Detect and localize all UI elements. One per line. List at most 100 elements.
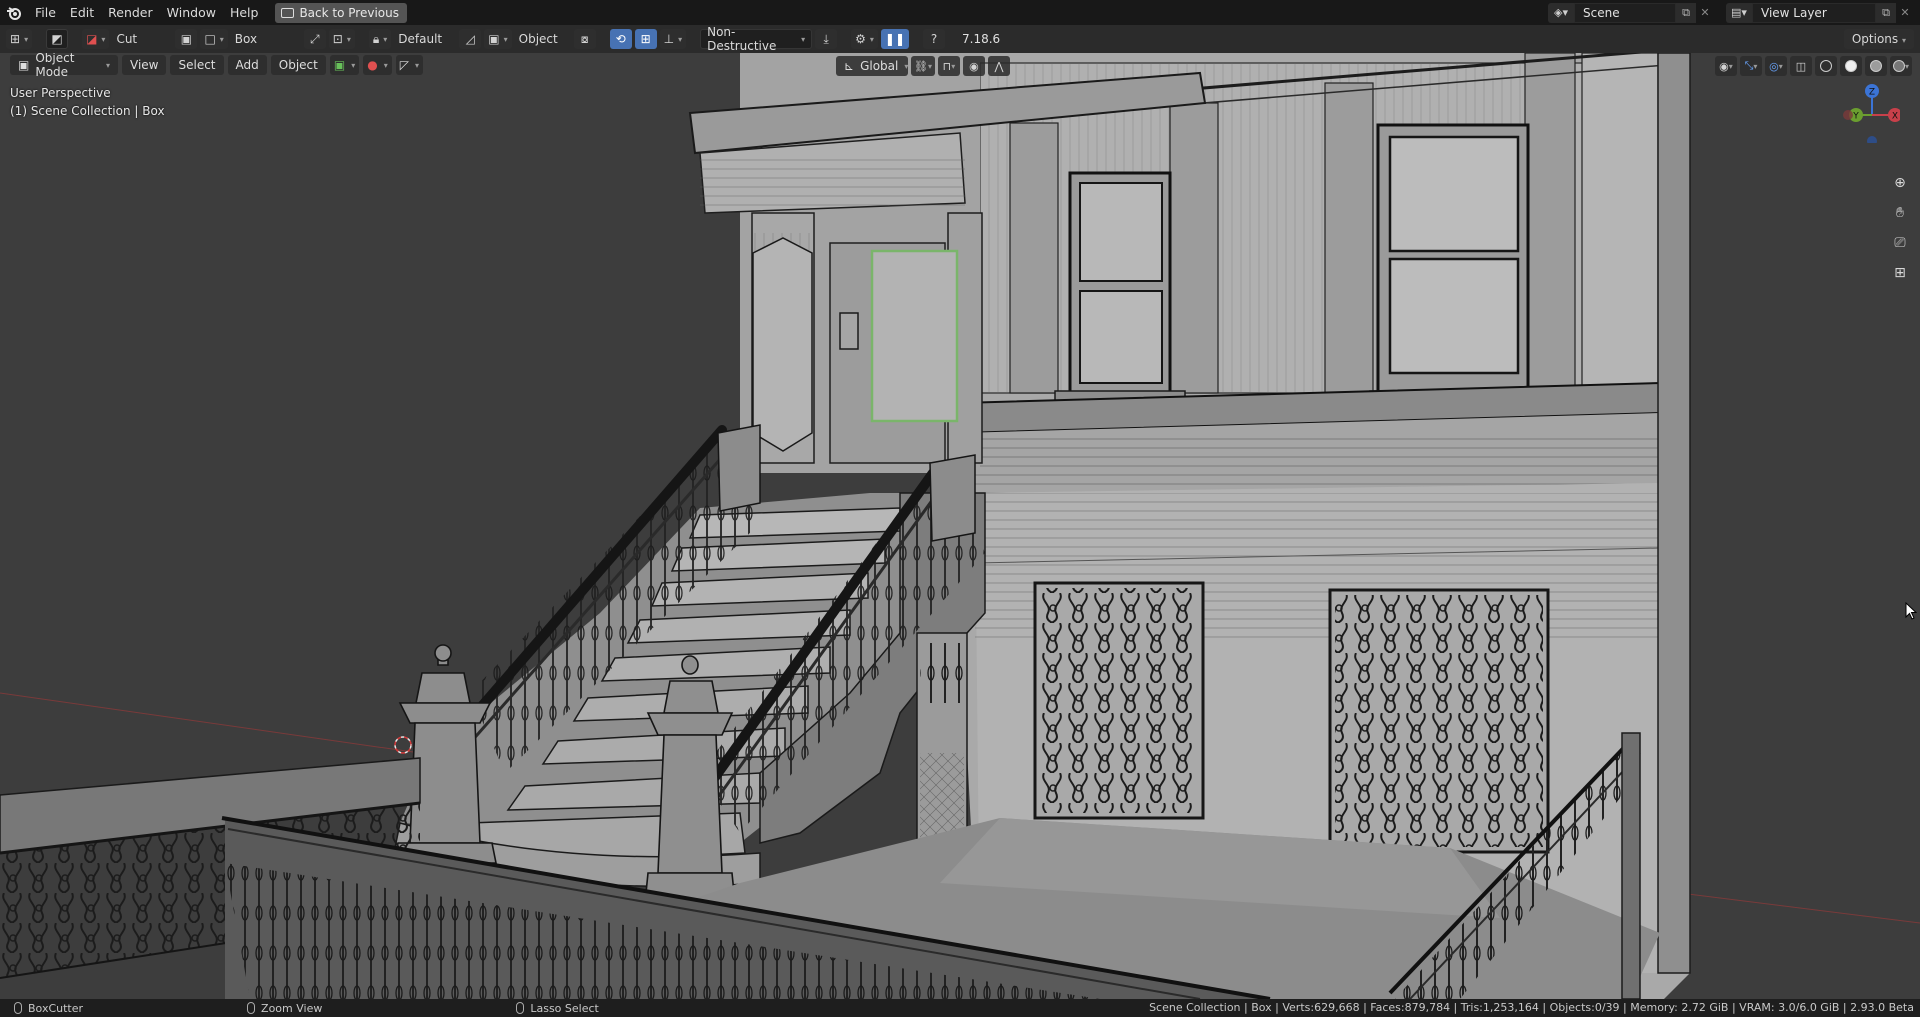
object-mode-icon: ▣	[18, 58, 30, 72]
surface-icon[interactable]: ◿	[459, 29, 482, 49]
workspace-fields: ◈▾ Scene ⧉ ✕ ▤▾ View Layer ⧉ ✕	[1548, 0, 1920, 25]
tool-header: ⊞ ▾ ◩ ◪ ▾ Cut ▣ □ ▾ Box ⤢ ⊡ ▾ 🔒︎ ▾ Default ◿ …	[0, 25, 1920, 53]
snap-toggle-icon[interactable]: ⟲	[609, 29, 632, 49]
menu-render[interactable]: Render	[101, 2, 160, 23]
options-button[interactable]: Options ▾	[1843, 29, 1914, 49]
hops-icon[interactable]: ● ▾	[363, 55, 392, 75]
transform-orientation-label: Global	[860, 59, 899, 73]
menu-select[interactable]: Select	[170, 55, 224, 75]
pivot-icon[interactable]: ⛓ ▾	[911, 56, 935, 76]
view-layer-icon: ▤▾	[1726, 2, 1752, 23]
orientation-label: Default	[398, 32, 443, 46]
middle-mouse-icon	[247, 1002, 256, 1014]
back-to-previous-label: Back to Previous	[299, 5, 399, 20]
xray-icon[interactable]: ◫	[1789, 56, 1812, 76]
solid-shading-icon[interactable]	[1839, 56, 1862, 76]
menu-object[interactable]: Object	[270, 55, 326, 75]
object-label: Object	[518, 32, 558, 46]
blender-logo-icon[interactable]	[0, 0, 28, 25]
proportional-edit-icon[interactable]: ◉	[962, 56, 985, 76]
snap-icon[interactable]: ⊓ ▾	[937, 56, 960, 76]
boxcutter-snap-icon[interactable]: ▣ ▾	[329, 55, 360, 75]
left-mouse-icon	[14, 1002, 22, 1014]
scene-render	[0, 53, 1920, 999]
gizmo-toggle-icon[interactable]: ⤡ ▾	[1739, 56, 1762, 76]
boolean-mode-dropdown[interactable]: Non-Destructive ▾	[700, 25, 813, 53]
menu-edit[interactable]: Edit	[63, 2, 101, 23]
perspective-grid-icon[interactable]: ⊞	[1888, 261, 1912, 285]
editor-type-icon[interactable]: ⊞ ▾	[6, 29, 33, 49]
new-scene-icon[interactable]: ⧉	[1676, 2, 1696, 23]
status-left-label: BoxCutter	[28, 1001, 84, 1015]
visibility-icon[interactable]: ◉ ▾	[1714, 56, 1737, 76]
status-right-label: Lasso Select	[530, 1001, 599, 1015]
navigation-gizmo[interactable]: Z X Y	[1840, 83, 1902, 146]
pan-hand-icon[interactable]: ✋︎	[1888, 201, 1912, 225]
menu-help[interactable]: Help	[223, 2, 266, 23]
camera-icon[interactable]: ⎚	[1888, 231, 1912, 255]
status-middle-hint: Zoom View	[233, 1002, 322, 1015]
shape-label: Box	[234, 32, 258, 46]
menu-view[interactable]: View	[122, 55, 167, 75]
addon-version: 7.18.6	[962, 32, 1001, 46]
shape-icon[interactable]: □ ▾	[200, 29, 228, 49]
origin-icon[interactable]: ⊡ ▾	[328, 29, 355, 49]
close-view-layer-icon[interactable]: ✕	[1896, 3, 1914, 23]
viewport-info: User Perspective (1) Scene Collection | …	[10, 84, 165, 120]
grid-snap-icon[interactable]: ⊞	[634, 29, 657, 49]
zoom-icon[interactable]: ⊕	[1888, 171, 1912, 195]
perspective-label: User Perspective	[10, 86, 111, 100]
orientation-axes-icon: ⊾	[844, 59, 855, 73]
top-menu-bar: File Edit Render Window Help Back to Pre…	[0, 0, 1920, 25]
viewport-overlays: ◉ ▾ ⤡ ▾ ◎ ▾ ◫ ▾	[1714, 56, 1912, 76]
collection-label: (1) Scene Collection | Box	[10, 104, 165, 118]
3d-viewport[interactable]: ▣ Object Mode ▾ View Select Add Object ▣…	[0, 53, 1920, 999]
scene-icon: ◈▾	[1548, 2, 1574, 23]
settings-gear-icon[interactable]: ⚙ ▾	[851, 29, 878, 49]
pause-icon[interactable]: ❚❚	[880, 29, 909, 49]
wireframe-shading-icon[interactable]	[1814, 56, 1837, 76]
scene-selector[interactable]: ◈▾ Scene ⧉ ✕	[1548, 2, 1714, 23]
boxcutter-tool-icon[interactable]: ◩	[46, 29, 69, 49]
increment-icon[interactable]: ⊥ ▾	[659, 29, 687, 49]
view-layer-name-field[interactable]: View Layer	[1752, 2, 1876, 23]
draw-mode-icon[interactable]: ⤢	[303, 29, 326, 49]
display-icon[interactable]: ⧇	[573, 29, 596, 49]
status-middle-label: Zoom View	[261, 1001, 323, 1015]
screen-icon	[281, 7, 295, 18]
mode-label: Object Mode	[35, 53, 75, 79]
right-mouse-icon	[516, 1002, 525, 1014]
operation-toggle-icon[interactable]: ▣	[175, 29, 198, 49]
transform-orientation-dropdown[interactable]: ⊾ Global ▾	[836, 56, 908, 76]
object-mode-select-icon[interactable]: ▣ ▾	[484, 29, 512, 49]
lock-icon[interactable]: 🔒︎ ▾	[368, 29, 392, 49]
overlay-toggle-icon[interactable]: ◎ ▾	[1764, 56, 1787, 76]
operation-label: Cut	[116, 32, 138, 46]
material-shading-icon[interactable]	[1864, 56, 1887, 76]
falloff-icon[interactable]: ⋀	[987, 56, 1010, 76]
extra-tools-icon[interactable]: ◸ ▾	[395, 55, 423, 75]
status-right-hint: Lasso Select	[502, 1002, 599, 1015]
close-scene-icon[interactable]: ✕	[1696, 3, 1714, 23]
view-layer-selector[interactable]: ▤▾ View Layer ⧉ ✕	[1726, 2, 1914, 23]
apply-icon[interactable]: ⤓	[815, 29, 838, 49]
boolean-mode-label: Non-Destructive	[707, 25, 777, 53]
menu-add[interactable]: Add	[227, 55, 267, 75]
scene-statistics: Scene Collection | Box | Verts:629,668 |…	[1149, 1001, 1914, 1014]
menu-window[interactable]: Window	[160, 2, 223, 23]
status-left-hint: BoxCutter	[0, 1002, 83, 1015]
new-view-layer-icon[interactable]: ⧉	[1876, 2, 1896, 23]
back-to-previous-button[interactable]: Back to Previous	[275, 2, 407, 23]
navigation-tools: ⊕ ✋︎ ⎚ ⊞	[1888, 171, 1912, 285]
mode-dropdown[interactable]: ▣ Object Mode ▾	[10, 53, 118, 79]
menu-file[interactable]: File	[28, 2, 63, 23]
scene-name-field[interactable]: Scene	[1574, 2, 1676, 23]
options-label: Options	[1851, 32, 1899, 46]
help-icon[interactable]: ?	[923, 29, 945, 49]
status-bar: BoxCutter Zoom View Lasso Select Scene C…	[0, 999, 1920, 1017]
cut-mode-icon[interactable]: ◪ ▾	[82, 29, 110, 49]
gizmo-z-label: Z	[1869, 88, 1875, 98]
gizmo-y-label: Y	[1852, 112, 1859, 122]
rendered-shading-icon[interactable]: ▾	[1889, 56, 1912, 76]
transform-bar: ⊾ Global ▾ ⛓ ▾ ⊓ ▾ ◉ ⋀	[836, 56, 1010, 76]
